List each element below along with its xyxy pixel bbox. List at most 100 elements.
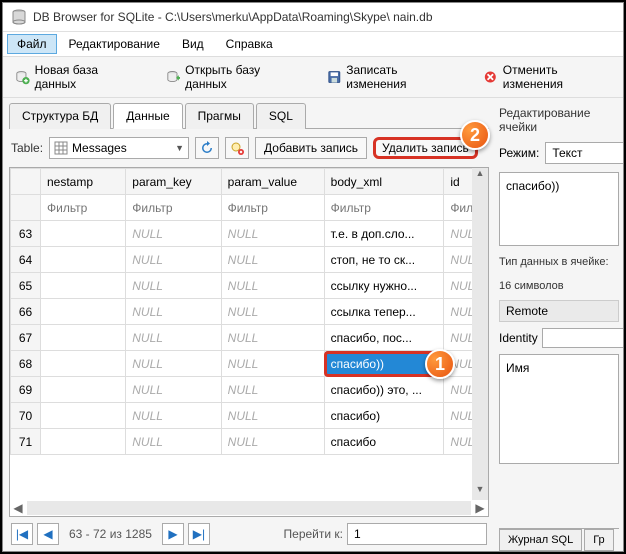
cell[interactable]: NULL bbox=[221, 351, 324, 377]
tab-pragmas[interactable]: Прагмы bbox=[185, 103, 254, 129]
menubar: Файл Редактирование Вид Справка bbox=[3, 32, 623, 57]
cell[interactable] bbox=[41, 351, 126, 377]
cell[interactable]: NULL bbox=[126, 221, 221, 247]
scroll-up-icon[interactable]: ▲ bbox=[472, 168, 488, 184]
filter-param-value[interactable] bbox=[222, 197, 324, 219]
row-number[interactable]: 63 bbox=[11, 221, 41, 247]
cell[interactable] bbox=[41, 403, 126, 429]
cell[interactable]: спасибо) bbox=[324, 403, 444, 429]
cell[interactable]: NULL bbox=[221, 377, 324, 403]
filter-body-xml[interactable] bbox=[325, 197, 444, 219]
name-label: Имя bbox=[506, 361, 529, 375]
tab-data[interactable]: Данные bbox=[113, 103, 182, 129]
row-number[interactable]: 66 bbox=[11, 299, 41, 325]
table-row[interactable]: 69NULLNULLспасибо)) это, ...NULL bbox=[11, 377, 488, 403]
prev-page-button[interactable]: ◀ bbox=[37, 523, 59, 545]
cell[interactable]: стоп, не то ск... bbox=[324, 247, 444, 273]
filter-nestamp[interactable] bbox=[41, 197, 125, 219]
save-changes-button[interactable]: Записать изменения bbox=[323, 61, 456, 93]
menu-file[interactable]: Файл bbox=[7, 34, 57, 54]
cell[interactable] bbox=[41, 273, 126, 299]
scroll-right-icon[interactable]: ▶ bbox=[472, 501, 488, 515]
tab-structure[interactable]: Структура БД bbox=[9, 103, 111, 129]
cell[interactable]: NULL bbox=[221, 403, 324, 429]
next-page-button[interactable]: ▶ bbox=[162, 523, 184, 545]
col-param-value[interactable]: param_value bbox=[221, 169, 324, 195]
col-body-xml[interactable]: body_xml bbox=[324, 169, 444, 195]
cell[interactable] bbox=[41, 247, 126, 273]
name-box[interactable]: Имя bbox=[499, 354, 619, 464]
cell[interactable]: NULL bbox=[126, 351, 221, 377]
tab-journal[interactable]: Журнал SQL bbox=[499, 529, 582, 551]
row-number[interactable]: 64 bbox=[11, 247, 41, 273]
scroll-down-icon[interactable]: ▼ bbox=[472, 484, 488, 500]
table-row[interactable]: 67NULLNULLспасибо, пос...NULL bbox=[11, 325, 488, 351]
cell[interactable]: NULL bbox=[221, 325, 324, 351]
size-label: 16 символов bbox=[499, 270, 619, 294]
col-nestamp[interactable]: nestamp bbox=[41, 169, 126, 195]
cell[interactable]: NULL bbox=[126, 429, 221, 455]
cell[interactable]: спасибо)) это, ... bbox=[324, 377, 444, 403]
cell[interactable] bbox=[41, 429, 126, 455]
row-number[interactable]: 65 bbox=[11, 273, 41, 299]
cell[interactable]: NULL bbox=[126, 403, 221, 429]
table-row[interactable]: 63NULLNULLт.е. в доп.сло...NULL bbox=[11, 221, 488, 247]
cell[interactable] bbox=[41, 221, 126, 247]
menu-view[interactable]: Вид bbox=[172, 34, 214, 54]
table-select[interactable]: Messages ▼ bbox=[49, 137, 189, 159]
col-param-key[interactable]: param_key bbox=[126, 169, 221, 195]
table-row[interactable]: 68NULLNULLспасибо))NULL bbox=[11, 351, 488, 377]
table-row[interactable]: 64NULLNULLстоп, не то ск...NULL bbox=[11, 247, 488, 273]
save-changes-label: Записать изменения bbox=[346, 63, 451, 91]
identity-input[interactable] bbox=[542, 328, 623, 348]
first-page-button[interactable]: |◀ bbox=[11, 523, 33, 545]
scroll-left-icon[interactable]: ◀ bbox=[10, 501, 26, 515]
table-row[interactable]: 70NULLNULLспасибо)NULL bbox=[11, 403, 488, 429]
cell[interactable]: т.е. в доп.сло... bbox=[324, 221, 444, 247]
row-number[interactable]: 71 bbox=[11, 429, 41, 455]
menu-help[interactable]: Справка bbox=[216, 34, 283, 54]
tab-gr[interactable]: Гр bbox=[584, 529, 613, 551]
cell[interactable]: NULL bbox=[126, 325, 221, 351]
tab-sql[interactable]: SQL bbox=[256, 103, 306, 129]
cell[interactable] bbox=[41, 299, 126, 325]
row-number[interactable]: 67 bbox=[11, 325, 41, 351]
table-row[interactable]: 65NULLNULLссылку нужно...NULL bbox=[11, 273, 488, 299]
new-database-button[interactable]: Новая база данных bbox=[11, 61, 138, 93]
table-row[interactable]: 66NULLNULLссылка тепер...NULL bbox=[11, 299, 488, 325]
last-page-button[interactable]: ▶| bbox=[188, 523, 210, 545]
cell[interactable]: спасибо, пос... bbox=[324, 325, 444, 351]
cell[interactable]: NULL bbox=[221, 299, 324, 325]
cell[interactable]: ссылка тепер... bbox=[324, 299, 444, 325]
open-database-button[interactable]: Открыть базу данных bbox=[162, 61, 299, 93]
jump-input[interactable] bbox=[347, 523, 487, 545]
table-row[interactable]: 71NULLNULLспасибоNULL bbox=[11, 429, 488, 455]
remote-section[interactable]: Remote bbox=[499, 300, 619, 322]
horizontal-scrollbar[interactable]: ◀ ▶ bbox=[10, 500, 488, 516]
row-number[interactable]: 68 bbox=[11, 351, 41, 377]
cell[interactable]: NULL bbox=[126, 247, 221, 273]
vertical-scrollbar[interactable]: ▲ ▼ bbox=[472, 168, 488, 500]
clear-filters-button[interactable] bbox=[225, 137, 249, 159]
data-grid[interactable]: nestamp param_key param_value body_xml i… bbox=[10, 168, 488, 500]
cell[interactable]: NULL bbox=[221, 247, 324, 273]
cell[interactable]: ссылку нужно... bbox=[324, 273, 444, 299]
cell[interactable]: NULL bbox=[221, 273, 324, 299]
row-number[interactable]: 70 bbox=[11, 403, 41, 429]
cell[interactable]: NULL bbox=[126, 299, 221, 325]
refresh-button[interactable] bbox=[195, 137, 219, 159]
cell[interactable]: NULL bbox=[221, 429, 324, 455]
mode-select[interactable] bbox=[545, 142, 623, 164]
menu-edit[interactable]: Редактирование bbox=[59, 34, 170, 54]
cell[interactable]: NULL bbox=[126, 273, 221, 299]
cell[interactable]: NULL bbox=[221, 221, 324, 247]
cell[interactable]: NULL bbox=[126, 377, 221, 403]
cell[interactable]: спасибо bbox=[324, 429, 444, 455]
cell[interactable] bbox=[41, 377, 126, 403]
row-number[interactable]: 69 bbox=[11, 377, 41, 403]
cell[interactable] bbox=[41, 325, 126, 351]
filter-param-key[interactable] bbox=[126, 197, 220, 219]
revert-changes-button[interactable]: Отменить изменения bbox=[479, 61, 615, 93]
add-record-button[interactable]: Добавить запись bbox=[255, 137, 367, 159]
cell-editor[interactable]: спасибо)) bbox=[499, 172, 619, 246]
